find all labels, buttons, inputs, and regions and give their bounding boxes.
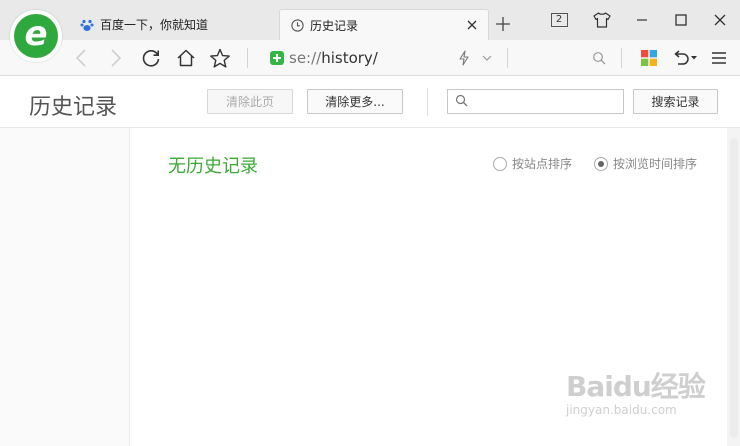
history-sidebar <box>0 128 130 446</box>
tab-baidu[interactable]: 百度一下，你就知道 <box>72 9 272 40</box>
close-tab-icon[interactable] <box>465 18 479 32</box>
url-path: history/ <box>321 49 378 67</box>
clear-more-button[interactable]: 清除更多... <box>307 89 403 114</box>
sort-by-time-label: 按浏览时间排序 <box>613 157 698 171</box>
maximize-icon[interactable] <box>669 8 693 32</box>
toolbar-separator <box>247 48 248 68</box>
header-separator <box>427 88 428 116</box>
tab-history[interactable]: 历史记录 <box>279 9 489 40</box>
secure-site-icon[interactable] <box>270 51 284 65</box>
search-history-button[interactable]: 搜索记录 <box>633 89 718 114</box>
history-search-input[interactable] <box>474 94 619 109</box>
toolbar-separator <box>621 48 622 68</box>
refresh-icon[interactable] <box>140 47 162 69</box>
skin-shirt-icon[interactable] <box>590 8 614 32</box>
clock-icon <box>290 18 304 32</box>
sort-by-site-option[interactable]: 按站点排序 <box>493 155 572 172</box>
tab-count-button[interactable]: 2 <box>547 8 571 32</box>
toolbar-separator <box>507 48 508 68</box>
watermark: Baidu经验 jingyan.baidu.com <box>566 365 706 417</box>
menu-icon[interactable] <box>708 47 730 69</box>
back-icon[interactable] <box>70 47 92 69</box>
empty-history-message: 无历史记录 <box>168 156 258 177</box>
radio-unchecked[interactable] <box>493 156 507 171</box>
sort-by-site-label: 按站点排序 <box>512 157 573 171</box>
sort-by-time-option[interactable]: 按浏览时间排序 <box>594 155 697 172</box>
search-icon[interactable] <box>588 47 610 69</box>
page-title: 历史记录 <box>29 95 118 120</box>
tab-count: 2 <box>550 13 568 27</box>
history-search-box[interactable] <box>447 89 624 114</box>
vertical-scrollbar[interactable] <box>727 128 740 446</box>
lightning-icon[interactable] <box>453 47 475 69</box>
navigation-toolbar: se://history/ <box>0 40 740 76</box>
search-icon <box>455 94 468 110</box>
watermark-url: jingyan.baidu.com <box>566 403 677 417</box>
tab-title: 历史记录 <box>310 18 359 33</box>
history-header: 历史记录 清除此页 清除更多... 搜索记录 <box>0 76 740 128</box>
radio-checked[interactable] <box>594 156 608 171</box>
chevron-down-icon[interactable] <box>476 47 498 69</box>
clear-page-button[interactable]: 清除此页 <box>207 89 293 114</box>
e-logo-icon: e <box>14 14 58 58</box>
scrollbar-thumb[interactable] <box>730 138 738 438</box>
tab-bar: 百度一下，你就知道 历史记录 2 <box>0 0 740 40</box>
tab-title: 百度一下，你就知道 <box>100 18 209 32</box>
url-scheme: se:// <box>289 49 322 67</box>
close-window-icon[interactable] <box>708 8 732 32</box>
address-bar[interactable]: se://history/ <box>289 49 378 67</box>
forward-icon[interactable] <box>105 47 127 69</box>
undo-dropdown-icon[interactable] <box>688 47 700 69</box>
minimize-icon[interactable] <box>630 8 654 32</box>
watermark-logo: Baidu经验 <box>566 370 706 403</box>
baidu-paw-icon <box>80 18 94 32</box>
apps-grid-icon[interactable] <box>638 47 660 69</box>
home-icon[interactable] <box>175 47 197 69</box>
favorite-star-icon[interactable] <box>209 47 231 69</box>
new-tab-button[interactable] <box>493 14 513 34</box>
browser-logo[interactable]: e <box>10 10 62 62</box>
